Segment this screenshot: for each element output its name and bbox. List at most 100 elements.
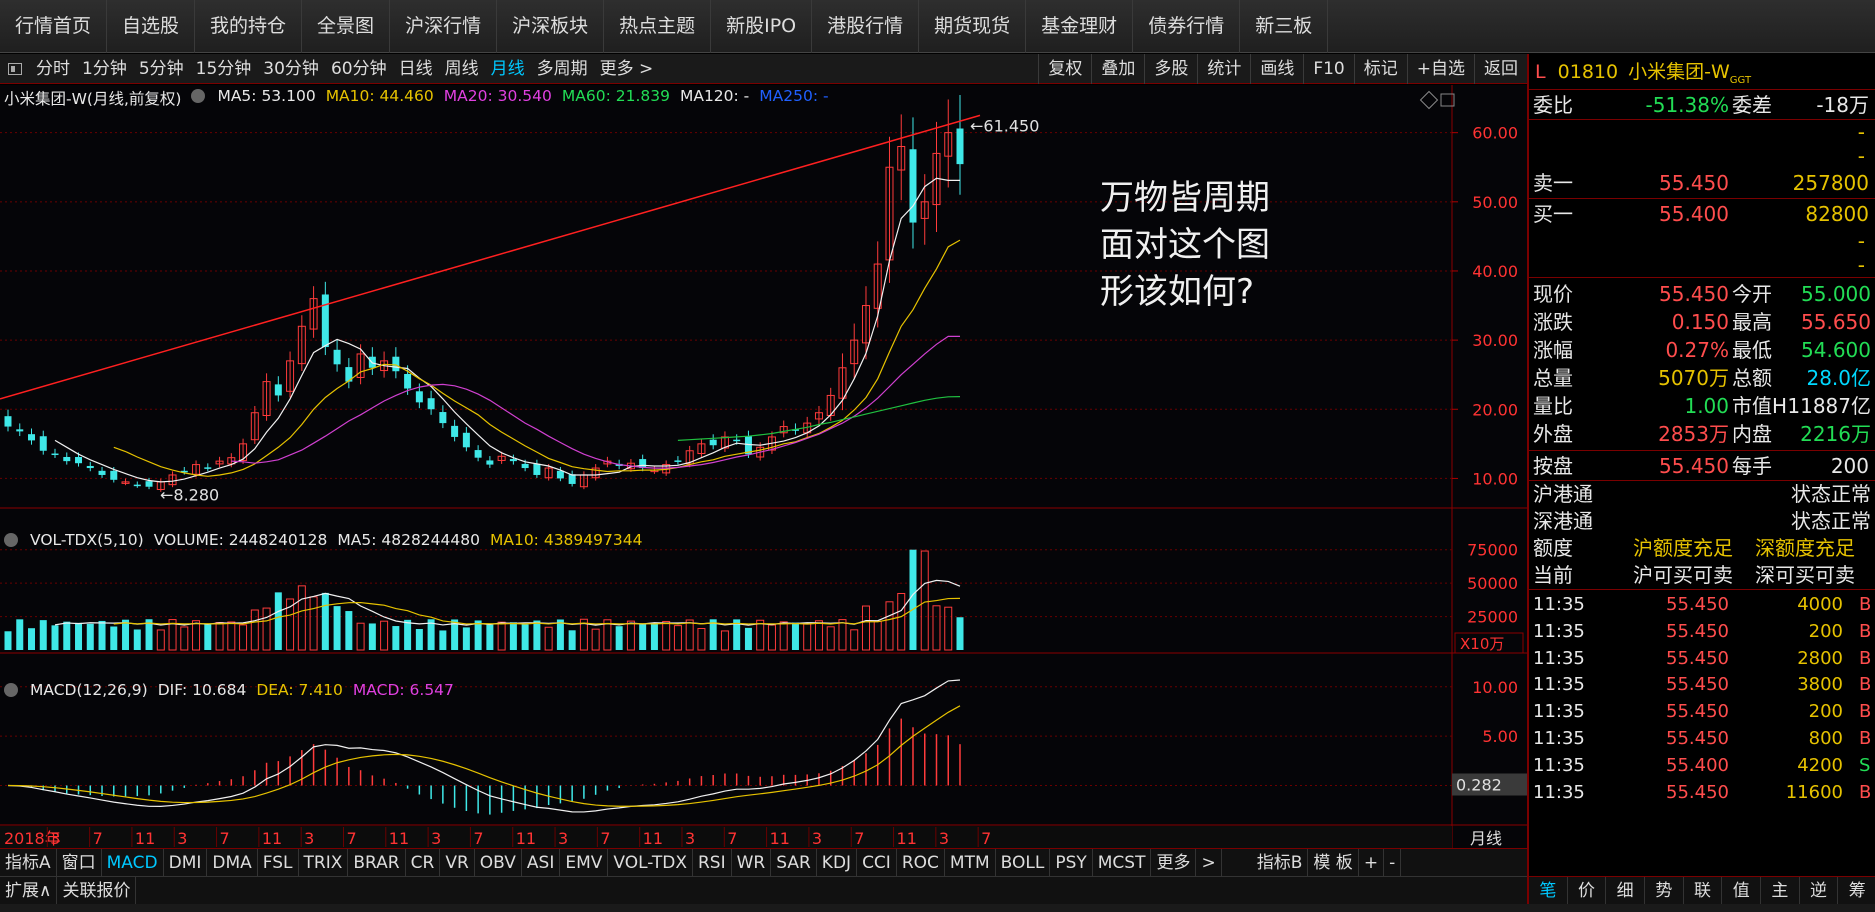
nav-item[interactable]: 沪深行情 (390, 0, 498, 53)
indicator-tab[interactable]: 指标A (0, 848, 57, 877)
period-item[interactable]: 分时 (30, 54, 76, 84)
period-item[interactable]: 日线 (393, 54, 439, 84)
indicator-tab[interactable]: BOLL (996, 848, 1051, 877)
quote-tab[interactable]: 联 (1684, 877, 1723, 904)
nav-item[interactable]: 沪深板块 (497, 0, 605, 53)
period-item[interactable]: 60分钟 (325, 54, 393, 84)
bottom-tab[interactable]: 关联报价 (57, 876, 137, 905)
toolbar-button[interactable]: 画线 (1250, 54, 1303, 84)
volume-bar (486, 624, 494, 650)
y-tick-label: 10.00 (1472, 469, 1518, 488)
quote-tab[interactable]: 笔 (1529, 877, 1568, 904)
indicator-tab[interactable]: EMV (560, 848, 609, 877)
tick-price: 55.450 (1666, 620, 1729, 642)
bid1-row-price: 55.400 (1659, 202, 1729, 226)
y-tick-label: 60.00 (1472, 124, 1518, 143)
volume-bar (262, 607, 271, 651)
period-item[interactable]: 多周期 (531, 54, 594, 84)
quote-tag: GGT (1729, 74, 1752, 86)
toolbar-button[interactable]: 复权 (1038, 54, 1091, 84)
indicator-tab[interactable]: CR (406, 848, 441, 877)
chart-area[interactable]: 60.00 50.00 40.00 30.00 20.00 10.00 ←61.450 ←8.… (0, 85, 1527, 855)
indicator-tab[interactable]: DMA (207, 848, 258, 877)
indicator-tab[interactable]: RSI (693, 848, 732, 877)
vol-toggle-icon[interactable] (4, 531, 20, 549)
connect-status: 深额度充足 (1755, 536, 1855, 560)
indicator-tab[interactable]: WR (732, 848, 772, 877)
period-item[interactable]: 30分钟 (257, 54, 325, 84)
indicator-tab[interactable]: PSY (1050, 848, 1093, 877)
nav-item[interactable]: 期货现货 (919, 0, 1027, 53)
macd-legend: MACD(12,26,9) DIF: 10.684 DEA: 7.410 MAC… (4, 681, 454, 699)
indicator-tab[interactable]: VOL-TDX (608, 848, 693, 877)
indicator-tab[interactable]: KDJ (817, 848, 858, 877)
legend-toggle-icon[interactable] (191, 87, 207, 109)
indicator-tab[interactable]: SAR (771, 848, 817, 877)
toolbar-button[interactable]: F10 (1303, 54, 1353, 84)
period-item[interactable]: 1分钟 (76, 54, 133, 84)
indicator-tab[interactable]: - (1384, 848, 1402, 877)
nav-item[interactable]: 全景图 (302, 0, 391, 53)
period-item[interactable]: 15分钟 (190, 54, 258, 84)
bottom-tab[interactable]: 扩展∧ (0, 876, 58, 905)
indicator-tab[interactable]: ASI (522, 848, 561, 877)
period-item[interactable]: 更多 > (594, 54, 660, 84)
legend-ma10: MA10: 44.460 (325, 87, 434, 105)
quote-tab[interactable]: 主 (1761, 877, 1800, 904)
indicator-tab[interactable]: > (1196, 848, 1222, 877)
nav-item[interactable]: 债券行情 (1133, 0, 1241, 53)
connect-label: 额度 (1533, 536, 1573, 560)
anpan-value: 55.450 (1659, 454, 1729, 478)
tick-price: 55.450 (1666, 781, 1729, 803)
nav-item[interactable]: 行情首页 (0, 0, 108, 53)
nav-item[interactable]: 新股IPO (711, 0, 813, 53)
toolbar-button[interactable]: 统计 (1197, 54, 1250, 84)
toolbar-button[interactable]: 返回 (1474, 54, 1527, 84)
quote-tab[interactable]: 筹 (1838, 877, 1875, 904)
indicator-tab[interactable]: OBV (475, 848, 522, 877)
indicator-tab[interactable]: FSL (258, 848, 299, 877)
candle-body (709, 439, 717, 446)
status-bar (0, 904, 1875, 912)
nav-item[interactable]: 自选股 (107, 0, 196, 53)
low-label: ←8.280 (160, 485, 219, 504)
indicator-tab[interactable]: TRIX (299, 848, 349, 877)
indicator-tab[interactable]: MACD (102, 848, 164, 877)
indicator-tab[interactable]: CCI (857, 848, 897, 877)
indicator-tab[interactable]: 模 板 (1308, 848, 1359, 877)
indicator-tab[interactable]: MTM (945, 848, 996, 877)
toolbar-button[interactable]: 多股 (1144, 54, 1197, 84)
indicator-tab[interactable]: ROC (897, 848, 945, 877)
toolbar-button[interactable]: +自选 (1406, 54, 1474, 84)
toolbar-button[interactable]: 叠加 (1091, 54, 1144, 84)
nav-item[interactable]: 我的持仓 (195, 0, 303, 53)
quote-tab[interactable]: 价 (1568, 877, 1607, 904)
nav-item[interactable]: 新三板 (1240, 0, 1329, 53)
layout-toggle-icon[interactable] (8, 62, 22, 75)
volume-bar (814, 620, 823, 651)
indicator-tab[interactable]: + (1359, 848, 1385, 877)
stat-row: 涨跌 0.150 最高 55.650 (1529, 308, 1875, 336)
quote-tab[interactable]: 值 (1722, 877, 1762, 904)
quote-tab[interactable]: 逆 (1800, 877, 1839, 904)
period-item[interactable]: 5分钟 (133, 54, 190, 84)
toolbar-button[interactable]: 标记 (1353, 54, 1407, 84)
indicator-tab[interactable]: 更多 (1151, 848, 1197, 877)
indicator-tab[interactable]: DMI (164, 848, 208, 877)
connect-status: 状态正常 (1791, 509, 1871, 533)
indicator-tab[interactable]: VR (440, 848, 475, 877)
indicator-tab[interactable]: BRAR (348, 848, 406, 877)
quote-tab[interactable]: 势 (1645, 877, 1684, 904)
period-item[interactable]: 月线 (485, 54, 531, 84)
nav-item[interactable]: 基金理财 (1026, 0, 1134, 53)
nav-item[interactable]: 热点主题 (604, 0, 712, 53)
stat-value: 28.0亿 (1806, 366, 1871, 390)
nav-item[interactable]: 港股行情 (812, 0, 920, 53)
indicator-tab[interactable]: MCST (1093, 848, 1152, 877)
period-item[interactable]: 周线 (439, 54, 485, 84)
stat-label: 外盘 (1533, 422, 1573, 446)
indicator-tab[interactable]: 窗口 (57, 848, 102, 877)
quote-tab[interactable]: 细 (1606, 877, 1646, 904)
macd-toggle-icon[interactable] (4, 681, 20, 699)
indicator-tab[interactable]: 指标B (1252, 848, 1309, 877)
